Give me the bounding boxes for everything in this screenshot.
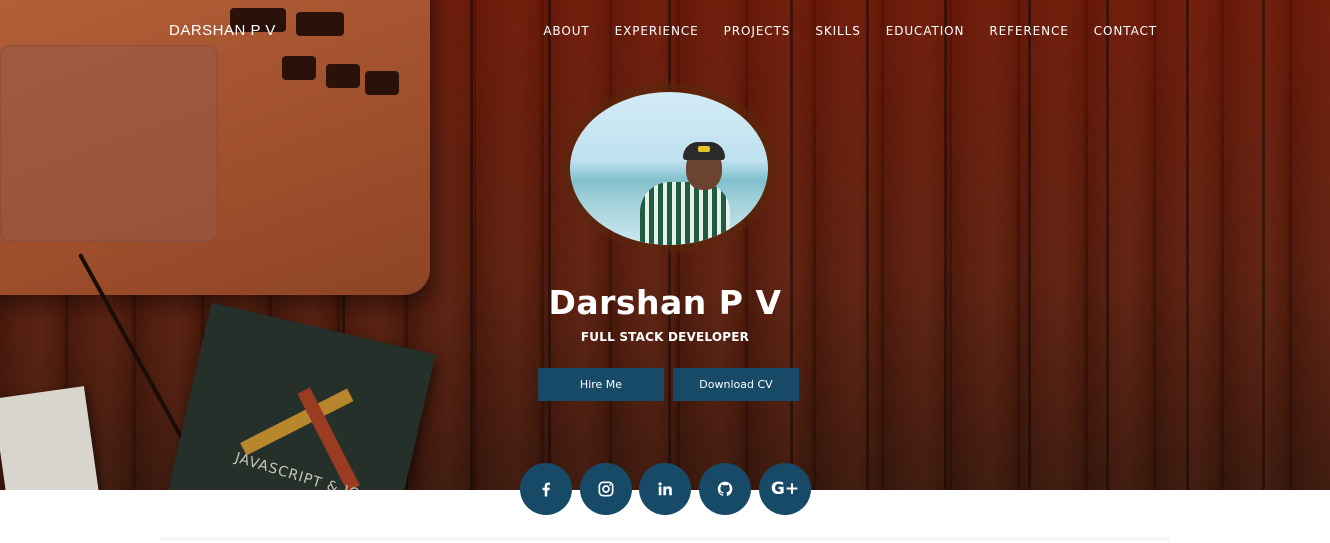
instagram-icon	[598, 481, 614, 497]
nav-item-reference[interactable]: REFERENCE	[989, 24, 1068, 38]
laptop-key	[365, 71, 399, 95]
nav-item-skills[interactable]: SKILLS	[815, 24, 860, 38]
wood-plank-divider	[1262, 0, 1265, 490]
wood-plank-divider	[790, 0, 793, 490]
google-plus-icon: G+	[770, 479, 800, 499]
linkedin-button[interactable]	[639, 463, 691, 515]
wood-plank-divider	[1186, 0, 1189, 490]
laptop-touchpad	[0, 45, 218, 242]
profile-name: Darshan P V	[548, 283, 782, 322]
profile-photo	[570, 92, 768, 245]
wood-plank-divider	[1106, 0, 1109, 490]
nav-item-projects[interactable]: PROJECTS	[724, 24, 791, 38]
facebook-button[interactable]	[520, 463, 572, 515]
hire-me-button[interactable]: Hire Me	[538, 368, 664, 401]
linkedin-icon	[658, 482, 672, 496]
laptop-image	[0, 0, 430, 295]
wood-plank-divider	[866, 0, 869, 490]
github-icon	[717, 481, 733, 496]
laptop-key	[326, 64, 360, 88]
nav-item-experience[interactable]: EXPERIENCE	[615, 24, 699, 38]
main-nav: ABOUT EXPERIENCE PROJECTS SKILLS EDUCATI…	[543, 24, 1157, 38]
download-cv-button[interactable]: Download CV	[673, 368, 799, 401]
facebook-icon	[542, 482, 550, 497]
wood-plank-divider	[944, 0, 947, 490]
github-button[interactable]	[699, 463, 751, 515]
nav-item-about[interactable]: ABOUT	[543, 24, 589, 38]
notepad-image	[0, 386, 100, 490]
google-plus-button[interactable]: G+	[759, 463, 811, 515]
laptop-key	[282, 56, 316, 80]
wood-plank-divider	[1028, 0, 1031, 490]
laptop-key	[296, 12, 344, 36]
section-divider	[160, 537, 1170, 543]
photo-cap-logo	[698, 146, 710, 152]
wood-plank-divider	[470, 0, 473, 490]
wood-plank-divider	[548, 0, 551, 490]
hero-section: JAVASCRIPT & JQ DARSHAN P V ABOUT EXPERI…	[0, 0, 1330, 490]
profile-role: FULL STACK DEVELOPER	[580, 330, 750, 344]
instagram-button[interactable]	[580, 463, 632, 515]
brand-logo[interactable]: DARSHAN P V	[169, 22, 276, 39]
nav-item-contact[interactable]: CONTACT	[1094, 24, 1157, 38]
photo-person-shirt	[640, 182, 730, 245]
nav-item-education[interactable]: EDUCATION	[886, 24, 965, 38]
